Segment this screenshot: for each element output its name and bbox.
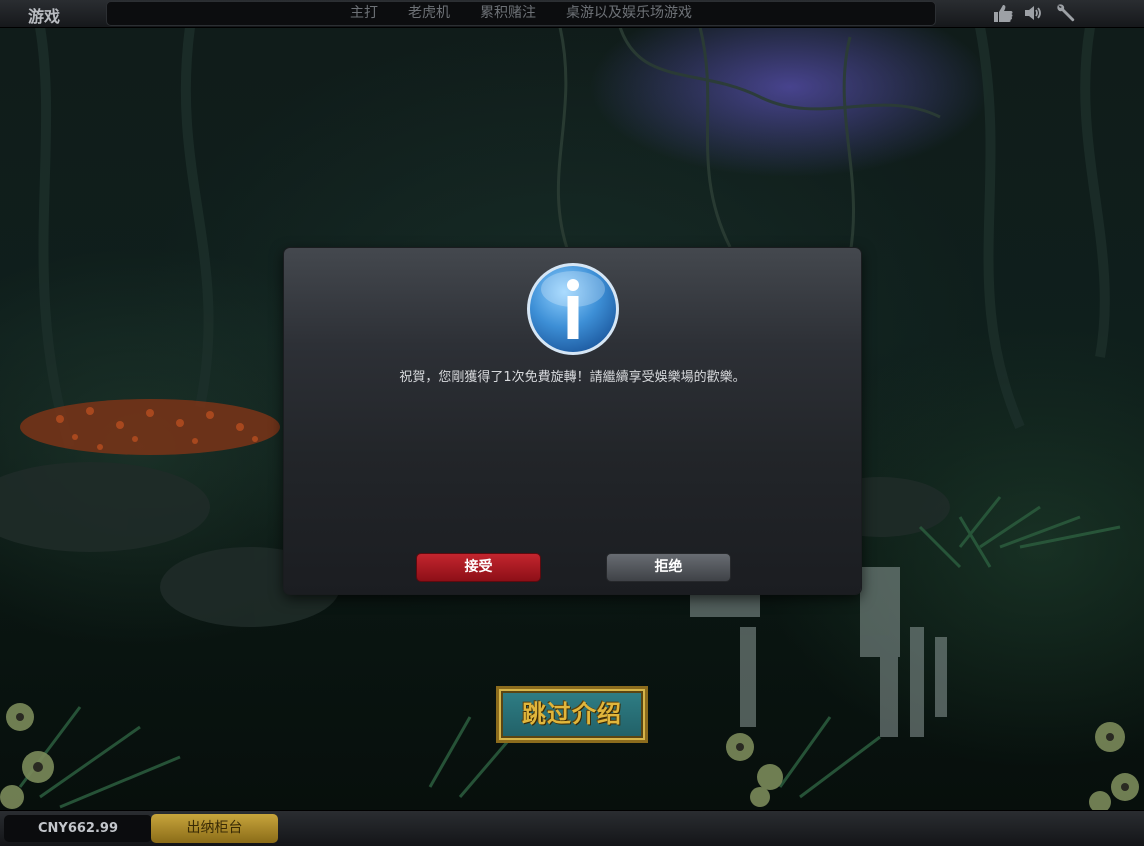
nav-progressive-jackpots[interactable]: 累积赌注 bbox=[465, 2, 551, 25]
bottom-bar: CNY662.99 出纳柜台 bbox=[0, 810, 1144, 846]
nav-slots[interactable]: 老虎机 bbox=[393, 2, 465, 25]
info-icon bbox=[527, 263, 619, 355]
balance-display: CNY662.99 bbox=[4, 815, 152, 842]
wrench-icon[interactable] bbox=[1054, 3, 1076, 23]
games-title[interactable]: 游戏 bbox=[28, 3, 60, 27]
category-nav: 主打 老虎机 累积赌注 桌游以及娱乐场游戏 bbox=[106, 1, 936, 26]
free-spin-dialog: 祝賀，您剛獲得了1次免費旋轉！請繼續享受娛樂場的歡樂。 接受 拒绝 bbox=[284, 248, 861, 594]
thumbs-up-icon[interactable] bbox=[992, 3, 1014, 23]
decline-button[interactable]: 拒绝 bbox=[606, 553, 731, 582]
dialog-message: 祝賀，您剛獲得了1次免費旋轉！請繼續享受娛樂場的歡樂。 bbox=[399, 370, 746, 385]
top-bar: 游戏 主打 老虎机 累积赌注 桌游以及娱乐场游戏 bbox=[0, 0, 1144, 28]
nav-featured[interactable]: 主打 bbox=[335, 2, 393, 25]
nav-table-casino-games[interactable]: 桌游以及娱乐场游戏 bbox=[551, 2, 707, 25]
skip-intro-button[interactable]: 跳过介绍 bbox=[496, 686, 648, 743]
speaker-icon[interactable] bbox=[1023, 3, 1045, 23]
cashier-button[interactable]: 出纳柜台 bbox=[151, 814, 278, 843]
accept-button[interactable]: 接受 bbox=[416, 553, 541, 582]
